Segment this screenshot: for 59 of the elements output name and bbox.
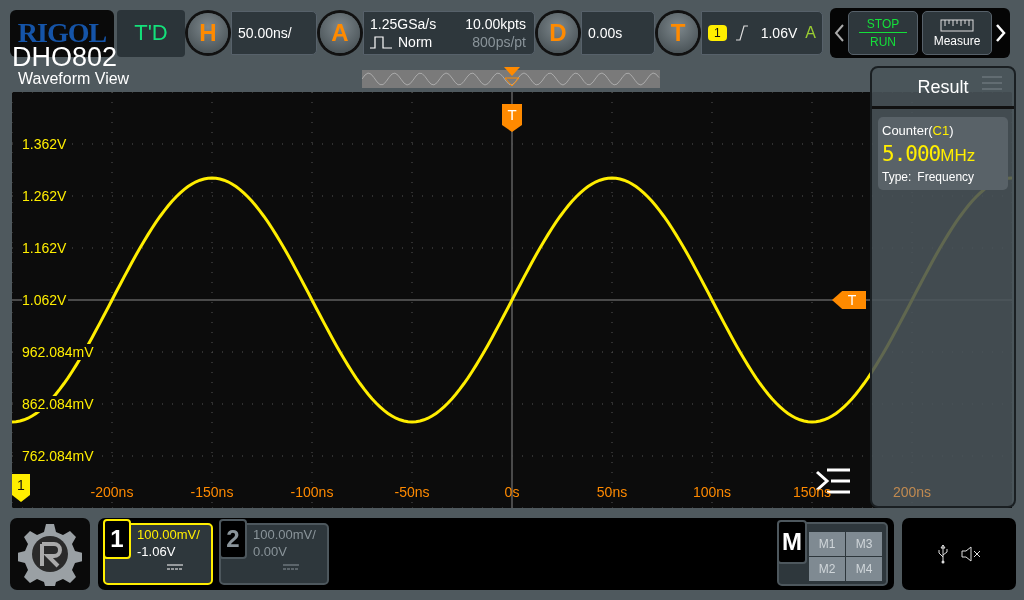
usb-icon (937, 544, 949, 564)
x-axis-label: -100ns (290, 484, 334, 500)
y-axis-label: 1.062V (22, 292, 69, 308)
acquire-mode: Norm (398, 34, 433, 50)
dc-coupling-icon (283, 563, 299, 571)
channel-offset: -1.06V (137, 544, 177, 559)
left-chevron-icon[interactable] (834, 24, 844, 42)
dc-coupling-icon (167, 563, 183, 571)
ruler-icon (940, 18, 974, 32)
rising-edge-icon (734, 25, 749, 41)
x-axis-label: -150ns (190, 484, 234, 500)
channel-number: 1 (103, 519, 131, 559)
counter-card[interactable]: Counter(C1) 5.000MHz Type: Frequency (878, 117, 1008, 190)
y-axis-label: 1.162V (22, 240, 69, 256)
model-name: DHO802 (12, 44, 118, 71)
timebase-scale: 50.00ns/ (238, 25, 292, 41)
gear-logo-icon[interactable] (18, 522, 82, 586)
timebase-panel[interactable]: 50.00ns/ (231, 11, 317, 55)
run-stop-button[interactable]: STOP RUN (848, 11, 918, 55)
trigger-level: 1.06V (760, 25, 798, 41)
trigger-status[interactable]: T'D (117, 9, 185, 57)
measure-button[interactable]: Measure (922, 11, 992, 55)
type-value: Frequency (917, 170, 975, 184)
channel-marker[interactable]: 1 (12, 474, 30, 502)
sample-rate: 1.25GSa/s (370, 16, 437, 32)
y-axis-label: 962.084mV (22, 344, 96, 360)
trigger-sweep: A (805, 24, 816, 42)
pulse-icon (370, 35, 392, 49)
x-axis-label: 50ns (596, 484, 628, 500)
right-chevron-icon[interactable] (996, 24, 1006, 42)
y-axis-label: 862.084mV (22, 396, 96, 412)
x-axis-label: -50ns (394, 484, 430, 500)
result-title: Result (917, 76, 969, 98)
y-axis-label: 1.362V (22, 136, 69, 152)
acquire-panel[interactable]: 1.25GSa/s Norm 10.00kpts 800ps/pt (363, 11, 535, 55)
x-axis-label: 100ns (692, 484, 732, 500)
y-axis-label: 1.262V (22, 188, 69, 204)
memory-depth: 10.00kpts (465, 16, 526, 32)
x-axis-label: 0s (504, 484, 520, 500)
speaker-muted-icon[interactable] (961, 546, 981, 562)
channel-number: 2 (219, 519, 247, 559)
type-label: Type: (882, 170, 912, 184)
channel-scale: 100.00mV/ (253, 527, 316, 542)
channel-scale: 100.00mV/ (137, 527, 200, 542)
channel-offset: 0.00V (253, 544, 288, 559)
x-axis-label: 150ns (792, 484, 832, 500)
x-axis-label: -200ns (90, 484, 134, 500)
counter-unit: MHz (940, 146, 976, 166)
trigger-panel[interactable]: 1 1.06V A (701, 11, 823, 55)
sample-resolution: 800ps/pt (472, 34, 526, 50)
y-axis-label: 762.084mV (22, 448, 96, 464)
delay-value: 0.00s (588, 25, 623, 41)
view-title: Waveform View (18, 70, 130, 88)
x-axis-label: 200ns (892, 484, 932, 500)
math-key[interactable]: M (777, 520, 807, 564)
delay-panel[interactable]: 0.00s (581, 11, 655, 55)
counter-label: Counter(C1) (882, 123, 955, 138)
counter-value: 5.000 (882, 142, 941, 166)
trigger-source: 1 (708, 25, 727, 41)
